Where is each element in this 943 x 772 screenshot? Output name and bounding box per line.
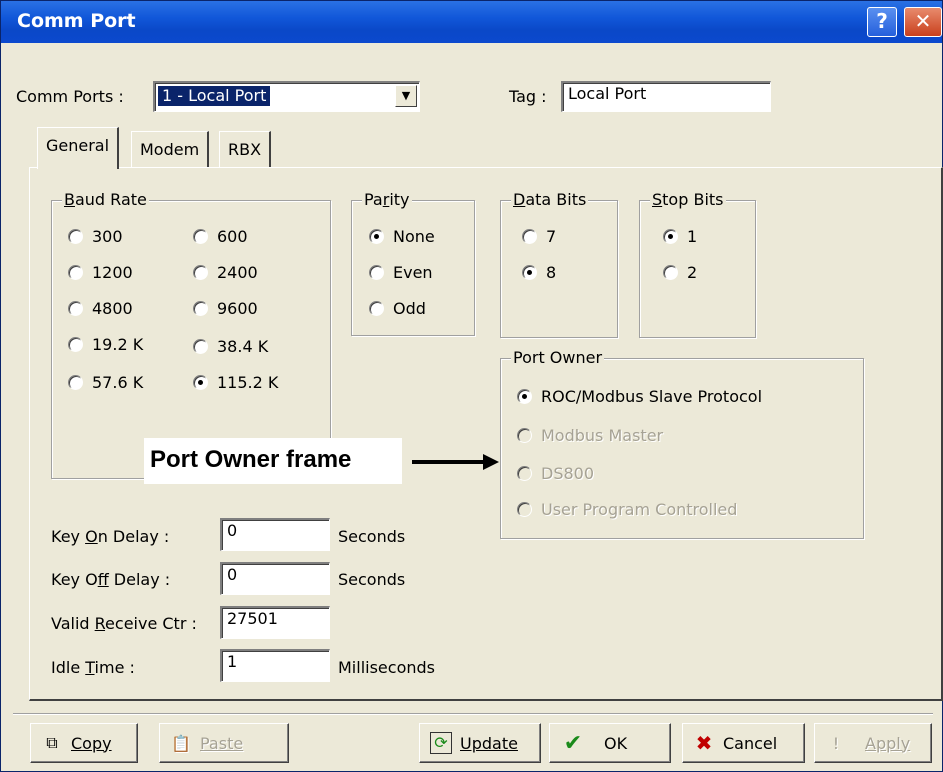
baud-rate-legend: Baud Rate [62,190,149,209]
tab-rbx[interactable]: RBX [219,131,272,168]
title-bar[interactable]: Comm Port ? ✕ [1,1,942,43]
checkmark-icon: ✔ [563,730,583,756]
data-bits-legend: Data Bits [511,190,589,209]
key-off-delay-input[interactable]: 0 [220,562,330,595]
annotation-label: Port Owner frame [144,438,402,484]
valid-receive-ctr-label: Valid Receive Ctr : [51,614,197,633]
update-button[interactable]: ⟳ Update [419,723,541,763]
copy-icon: ⧉ [46,733,58,752]
key-on-delay-unit: Seconds [338,527,406,546]
comm-port-dialog: Comm Port ? ✕ Comm Ports : 1 - Local Por… [0,0,943,772]
valid-receive-ctr-input[interactable]: 27501 [220,606,330,639]
key-off-delay-unit: Seconds [338,570,406,589]
key-on-delay-input[interactable]: 0 [220,518,330,551]
tab-modem[interactable]: Modem [131,131,210,168]
exclamation-icon: ! [832,733,840,753]
stop-bits-legend: Stop Bits [650,190,726,209]
paste-button[interactable]: 📋 Paste [159,723,289,763]
bottom-separator [13,713,933,715]
update-icon: ⟳ [430,732,452,754]
help-button[interactable]: ? [867,7,897,37]
apply-button[interactable]: ! Apply [814,723,932,763]
window-title: Comm Port [17,10,136,32]
idle-time-unit: Milliseconds [338,658,435,677]
comm-ports-dropdown[interactable]: 1 - Local Port ▼ [153,81,420,112]
paste-icon: 📋 [171,733,191,753]
comm-ports-selected-value: 1 - Local Port [158,86,271,106]
parity-legend: Parity [362,190,412,209]
arrow-right-icon [483,454,499,470]
port-owner-legend: Port Owner [511,348,605,367]
key-off-delay-label: Key Off Delay : [51,570,171,589]
cancel-button[interactable]: ✖ Cancel [682,723,805,763]
data-bits-group: Data Bits [500,190,618,338]
x-icon: ✖ [695,731,713,755]
key-on-delay-label: Key On Delay : [51,527,170,546]
chevron-down-icon[interactable]: ▼ [395,85,417,107]
stop-bits-group: Stop Bits [639,190,756,338]
idle-time-label: Idle Time : [51,658,135,677]
tag-input[interactable]: Local Port [561,81,771,112]
annotation-arrow [412,460,485,464]
ok-button[interactable]: ✔ OK [549,723,671,763]
copy-button[interactable]: ⧉ Copy [30,723,138,763]
tag-label: Tag : [509,87,547,106]
tab-general[interactable]: General [37,127,120,169]
idle-time-input[interactable]: 1 [220,649,330,682]
close-button[interactable]: ✕ [904,7,942,37]
comm-ports-label: Comm Ports : [16,87,124,106]
